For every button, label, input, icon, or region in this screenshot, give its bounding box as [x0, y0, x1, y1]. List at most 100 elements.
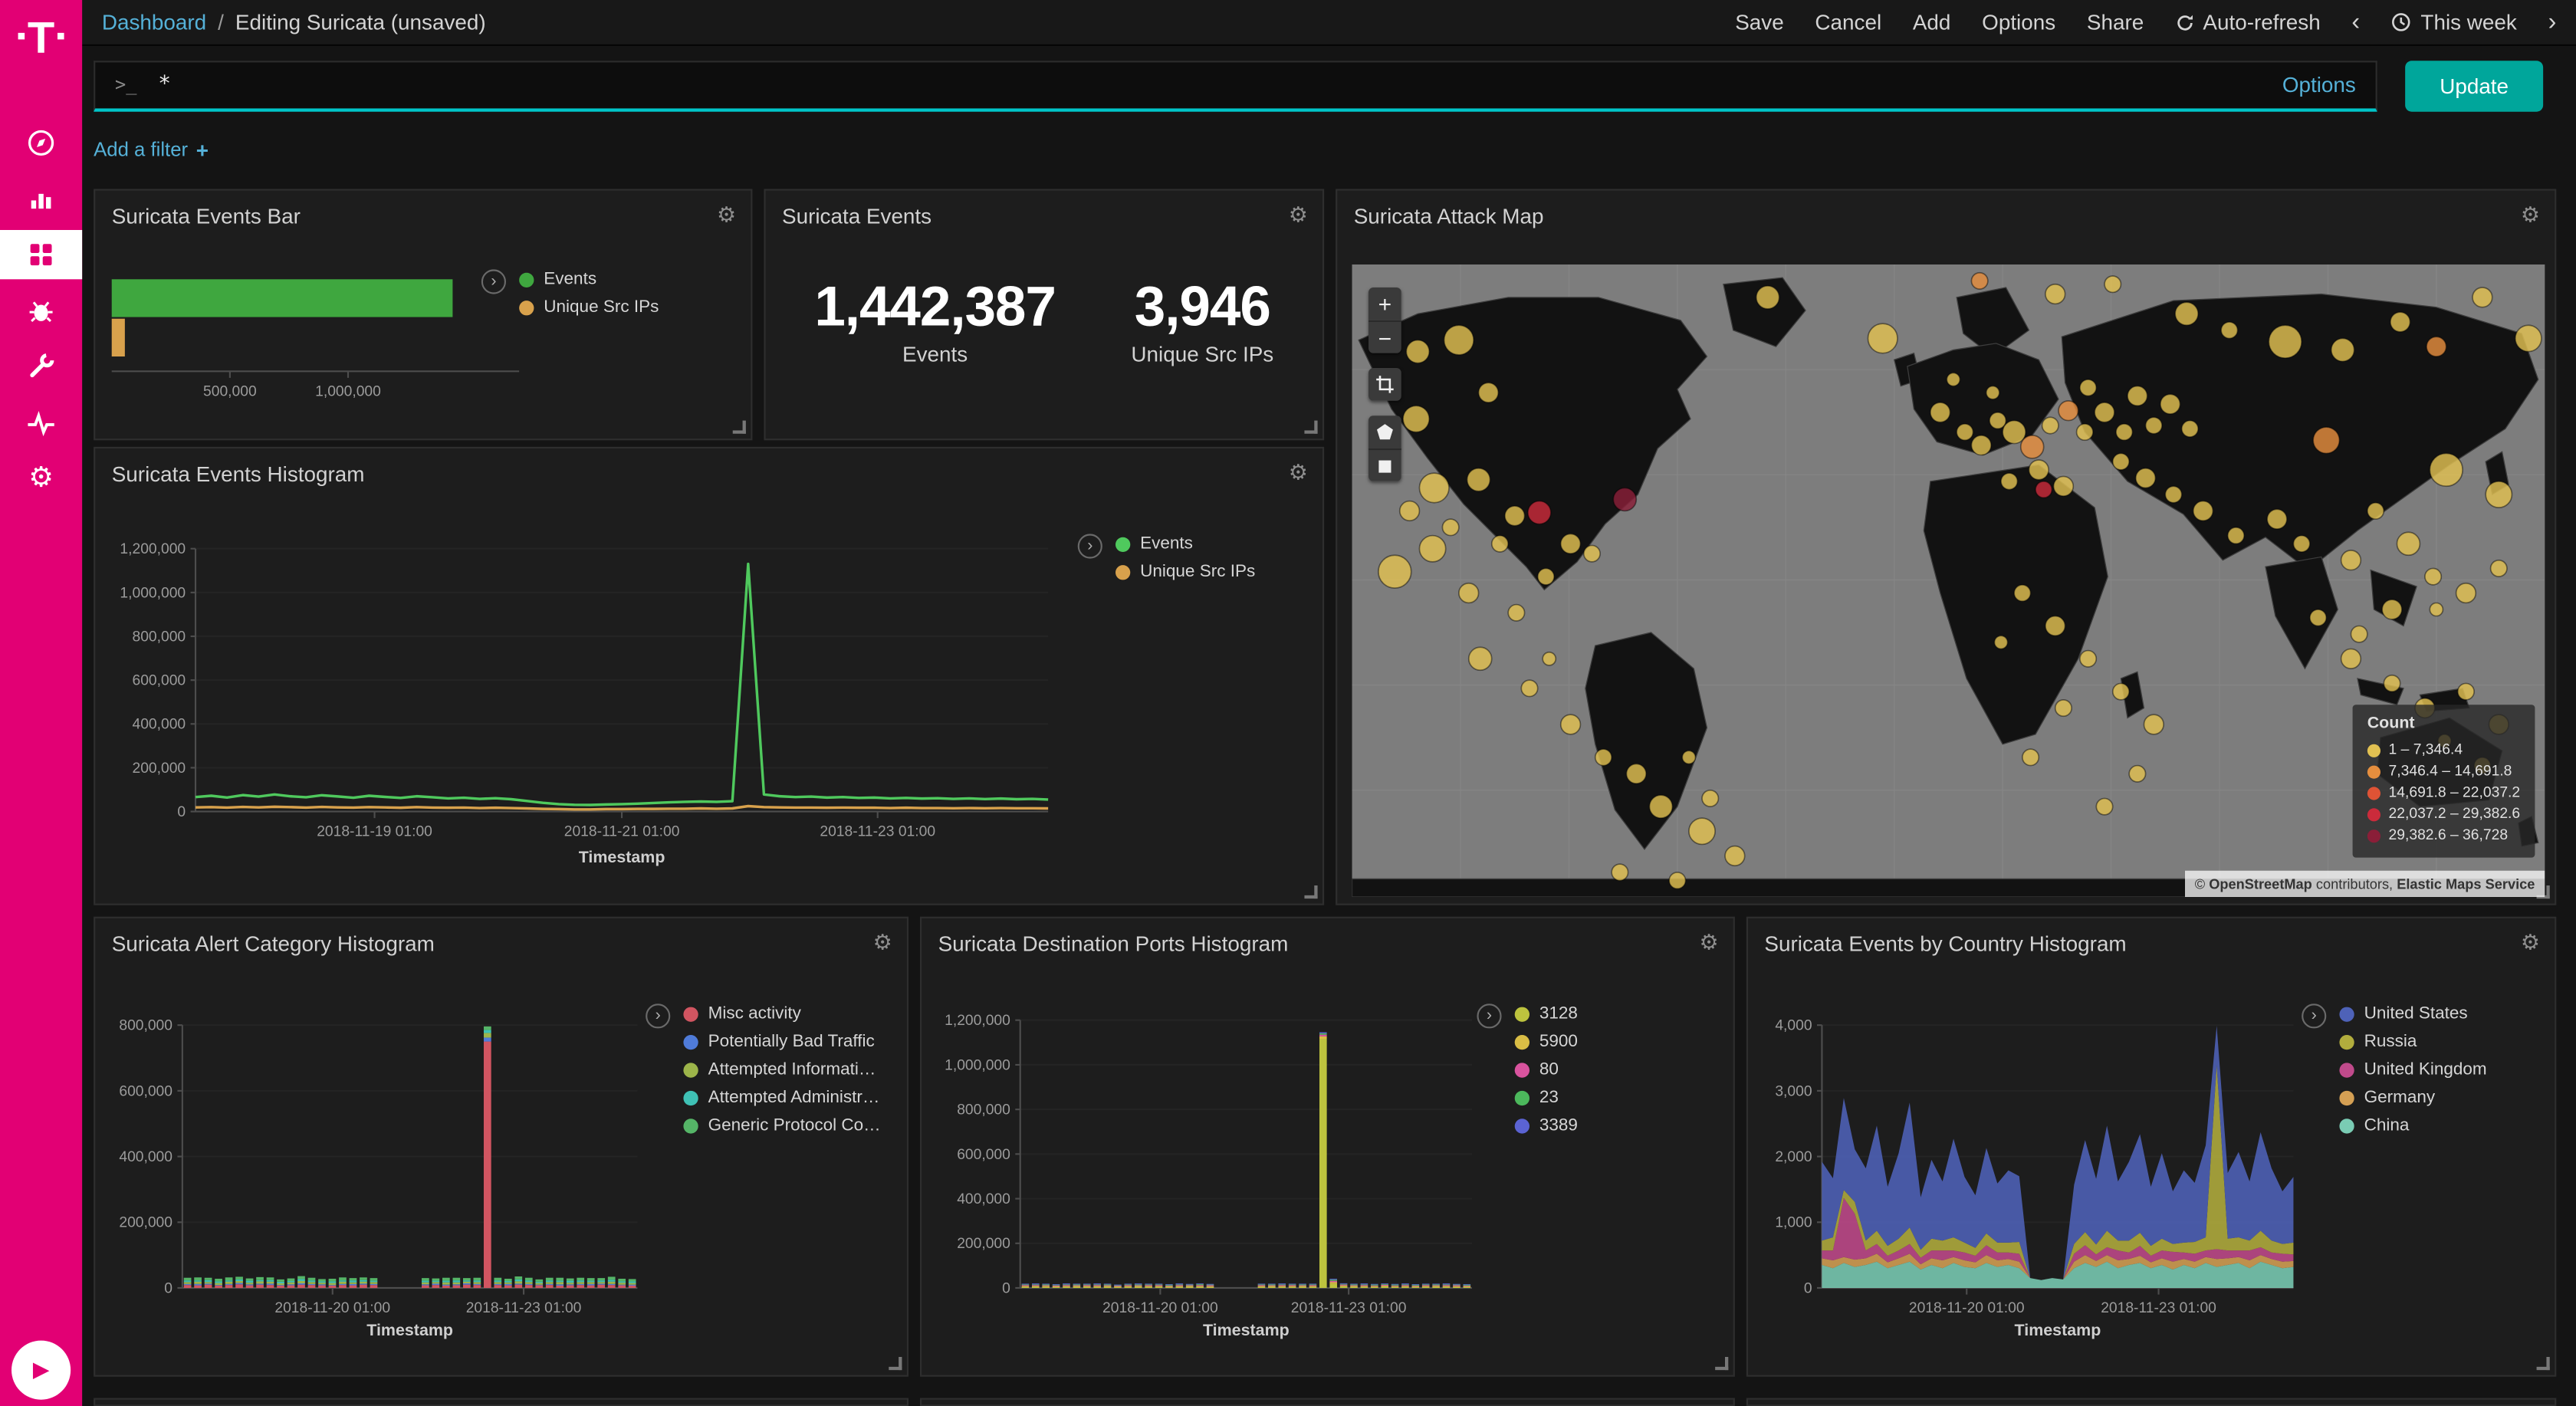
legend-item[interactable]: 5900	[1515, 1032, 1578, 1052]
resize-handle[interactable]	[733, 421, 746, 434]
events-histogram-chart[interactable]: 0200,000400,000600,000800,0001,000,0001,…	[95, 514, 1148, 851]
share-button[interactable]: Share	[2087, 10, 2144, 34]
wrench-icon	[25, 350, 58, 383]
x-axis-title: Timestamp	[95, 849, 1148, 868]
play-button[interactable]: ▶	[12, 1341, 71, 1400]
sidebar-item-dashboard[interactable]	[0, 230, 82, 279]
panel-gear-icon[interactable]: ⚙	[869, 927, 895, 960]
sidebar-item-devtools[interactable]	[0, 342, 82, 391]
panel-gear-icon[interactable]: ⚙	[2518, 199, 2544, 232]
refresh-icon	[2175, 12, 2195, 32]
sidebar-item-management[interactable]: ⚙	[0, 453, 82, 502]
legend-item[interactable]: 23	[1515, 1088, 1578, 1108]
legend-toggle-icon[interactable]: ›	[481, 269, 506, 294]
add-filter-link[interactable]: Add a filter +	[94, 135, 209, 165]
svg-text:2018-11-23 01:00: 2018-11-23 01:00	[820, 824, 935, 840]
world-map[interactable]: + − Count	[1352, 264, 2545, 897]
zoom-out-button[interactable]: −	[1368, 320, 1401, 353]
x-axis-title: Timestamp	[922, 1322, 1570, 1341]
panel-title: Suricata Events	[782, 204, 932, 228]
legend-color-dot	[683, 1118, 698, 1132]
query-options-link[interactable]: Options	[2282, 72, 2356, 97]
legend-label: Events	[544, 269, 596, 289]
breadcrumb-dashboard-link[interactable]: Dashboard	[102, 10, 206, 34]
legend-item[interactable]: Unique Src IPs	[1116, 562, 1255, 582]
sidebar-item-monitoring[interactable]	[0, 398, 82, 447]
legend-item[interactable]: China	[2339, 1115, 2486, 1135]
legend-toggle-icon[interactable]: ›	[646, 1004, 670, 1028]
sidebar-item-discover[interactable]	[0, 118, 82, 167]
map-legend-item: 22,037.2 – 29,382.6	[2367, 803, 2520, 825]
legend-item[interactable]: United States	[2339, 1004, 2486, 1023]
legend-item[interactable]: Unique Src IPs	[519, 297, 659, 317]
legend-item[interactable]: 3389	[1515, 1115, 1578, 1135]
rectangle-select-button[interactable]	[1368, 448, 1401, 481]
legend-toggle-icon[interactable]: ›	[1078, 534, 1102, 558]
cancel-button[interactable]: Cancel	[1815, 10, 1881, 34]
options-button[interactable]: Options	[1982, 10, 2055, 34]
metric-group: 1,442,387 Events 3,946 Unique Src IPs	[766, 276, 1322, 366]
elastic-maps-service-link[interactable]: Elastic Maps Service	[2397, 875, 2535, 892]
legend-item[interactable]: Attempted Informati…	[683, 1059, 880, 1079]
fit-bounds-button[interactable]	[1368, 368, 1401, 401]
legend-item[interactable]: Misc activity	[683, 1004, 880, 1023]
legend-item[interactable]: 3128	[1515, 1004, 1578, 1023]
panel-title: Suricata Events Bar	[112, 204, 301, 228]
legend-color-dot	[519, 300, 534, 314]
add-button[interactable]: Add	[1913, 10, 1951, 34]
legend-color-dot	[1515, 1034, 1530, 1049]
panel-partial-2	[920, 1398, 1735, 1406]
legend-item[interactable]: Russia	[2339, 1032, 2486, 1052]
resize-handle[interactable]	[1715, 1357, 1728, 1370]
resize-handle[interactable]	[1304, 421, 1317, 434]
panel-partial-1	[94, 1398, 909, 1406]
svg-text:2018-11-23 01:00: 2018-11-23 01:00	[1291, 1300, 1407, 1316]
query-bar: >_ Options Update	[82, 46, 2576, 125]
legend-color-dot	[2339, 1007, 2354, 1021]
panel-partial-3	[1746, 1398, 2556, 1406]
panel-gear-icon[interactable]: ⚙	[1285, 199, 1311, 232]
legend-toggle-icon[interactable]: ›	[1477, 1004, 1501, 1028]
legend-item[interactable]: Events	[519, 269, 659, 289]
auto-refresh-button[interactable]: Auto-refresh	[2175, 10, 2321, 34]
query-input[interactable]	[155, 71, 2262, 98]
resize-handle[interactable]	[1304, 885, 1317, 898]
legend-item[interactable]: Events	[1116, 534, 1255, 554]
panel-suricata-events-by-country-histogram: Suricata Events by Country Histogram ⚙ 0…	[1746, 917, 2556, 1377]
update-button[interactable]: Update	[2405, 60, 2543, 110]
panel-gear-icon[interactable]: ⚙	[2518, 927, 2544, 960]
resize-handle[interactable]	[2537, 1357, 2550, 1370]
legend-item[interactable]: Attempted Administr…	[683, 1088, 880, 1108]
zoom-in-button[interactable]: +	[1368, 287, 1401, 320]
svg-text:0: 0	[1002, 1280, 1010, 1296]
legend-color-dot	[2339, 1062, 2354, 1076]
polygon-select-button[interactable]	[1368, 416, 1401, 448]
legend-item[interactable]: United Kingdom	[2339, 1059, 2486, 1079]
panel-gear-icon[interactable]: ⚙	[714, 199, 740, 232]
panel-title: Suricata Events Histogram	[112, 462, 365, 486]
legend-color-dot	[1116, 537, 1130, 551]
map-legend-label: 29,382.6 – 36,728	[2389, 825, 2509, 846]
legend-item[interactable]: Potentially Bad Traffic	[683, 1032, 880, 1052]
legend-toggle-icon[interactable]: ›	[2302, 1004, 2326, 1028]
time-forward-chevron[interactable]: ›	[2548, 8, 2557, 36]
top-nav: Dashboard / Editing Suricata (unsaved) S…	[82, 0, 2576, 46]
legend-item[interactable]: 80	[1515, 1059, 1578, 1079]
sidebar-item-security[interactable]	[0, 286, 82, 335]
sidebar-item-visualize[interactable]	[0, 174, 82, 223]
time-range-picker[interactable]: This week	[2391, 10, 2517, 34]
panel-gear-icon[interactable]: ⚙	[1696, 927, 1722, 960]
resize-handle[interactable]	[889, 1357, 902, 1370]
legend-label: Attempted Informati…	[708, 1059, 876, 1079]
openstreetmap-link[interactable]: OpenStreetMap	[2209, 875, 2312, 892]
panel-gear-icon[interactable]: ⚙	[1285, 457, 1311, 490]
svg-text:400,000: 400,000	[957, 1191, 1010, 1207]
time-back-chevron[interactable]: ‹	[2351, 8, 2360, 36]
logo-letter: T	[28, 11, 54, 64]
save-button[interactable]: Save	[1735, 10, 1784, 34]
legend-item[interactable]: Germany	[2339, 1088, 2486, 1108]
legend-color-dot	[683, 1062, 698, 1076]
logo-dot-right	[58, 33, 65, 40]
legend-item[interactable]: Generic Protocol Co…	[683, 1115, 880, 1135]
map-legend-label: 14,691.8 – 22,037.2	[2389, 782, 2521, 803]
